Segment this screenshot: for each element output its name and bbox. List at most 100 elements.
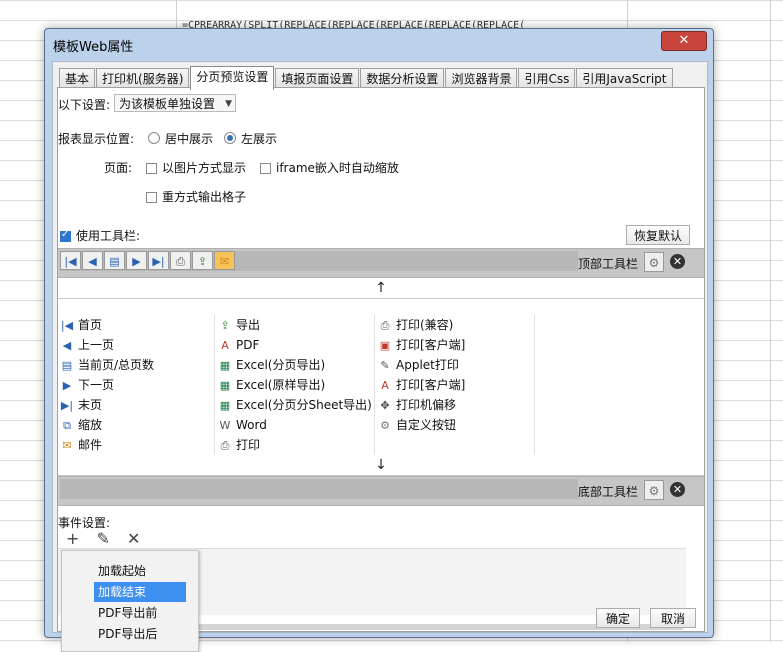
position-left-radio[interactable]: 左展示 [224,130,277,147]
list-item[interactable]: ⧉ 缩放 [60,415,102,435]
list-item[interactable]: ▦ Excel(分页导出) [218,355,325,375]
tab-printer-server[interactable]: 打印机(服务器) [96,68,190,89]
web-properties-dialog: 模板Web属性 ✕ 基本 打印机(服务器) 分页预览设置 填报页面设置 数据分析… [44,28,714,638]
excel-icon: ▦ [219,359,231,372]
list-item[interactable]: ▦ Excel(分页分Sheet导出) [218,395,372,415]
next-page-icon: ▶ [62,379,72,392]
gear-icon[interactable]: ⚙ [644,252,664,272]
dialog-titlebar: 模板Web属性 ✕ [45,29,713,57]
list-item[interactable]: ⚙ 自定义按钮 [378,415,456,435]
spreadsheet-column-line [770,0,771,642]
menu-item-pdf-after[interactable]: PDF导出后 [98,624,157,644]
excel-icon: ▦ [219,379,231,392]
radio-selected-icon [224,132,236,144]
restore-default-button[interactable]: 恢复默认 [626,225,690,245]
edit-event-button[interactable]: ✎ [97,529,110,548]
menu-item-load-end[interactable]: 加载结束 [94,582,186,602]
next-page-icon[interactable]: ▶ [126,251,147,270]
page-count-icon: ▤ [61,359,73,372]
tab-page-preview[interactable]: 分页预览设置 [190,66,275,90]
email-icon[interactable]: ✉ [214,251,235,270]
list-item[interactable]: W Word [218,415,267,435]
excel-icon: ▦ [219,399,231,412]
cancel-button[interactable]: 取消 [650,608,696,628]
position-label: 报表显示位置: [58,132,135,146]
top-toolbar-strip: |◀ ◀ ▤ ▶ ▶| ⎙ ⇪ ✉ 顶部工具栏 ⚙ ✕ [58,248,704,278]
list-item[interactable]: ✎ Applet打印 [378,355,458,375]
event-toolbar: + ✎ ✕ [66,529,152,548]
tab-data-analysis[interactable]: 数据分析设置 [360,68,445,89]
settings-select[interactable]: 为该模板单独设置 ▼ [114,94,236,112]
tab-fill-page[interactable]: 填报页面设置 [275,68,360,89]
last-page-icon[interactable]: ▶| [148,251,169,270]
close-icon[interactable]: ✕ [670,254,685,269]
zoom-icon: ⧉ [63,419,71,432]
top-toolbar-label: 顶部工具栏 [578,257,639,271]
list-item[interactable]: ▶ 下一页 [60,375,114,395]
use-toolbar-label: 使用工具栏: [76,229,141,243]
list-item[interactable]: ✥ 打印机偏移 [378,395,456,415]
gear-icon: ⚙ [380,419,390,432]
delete-event-button[interactable]: ✕ [127,529,140,548]
list-item[interactable]: ▶| 末页 [60,395,102,415]
move-up-arrow[interactable]: ↑ [58,278,704,299]
move-icon: ✥ [380,399,390,412]
page-count-icon[interactable]: ▤ [104,251,125,270]
list-item[interactable]: ✉ 邮件 [60,435,102,455]
prev-page-icon: ◀ [62,339,72,352]
close-button[interactable]: ✕ [661,31,707,51]
top-toolbar-icons: |◀ ◀ ▤ ▶ ▶| ⎙ ⇪ ✉ [60,251,578,271]
pdf-print-icon: A [381,379,389,392]
tab-browser-background[interactable]: 浏览器背景 [445,68,518,89]
settings-select-value: 为该模板单独设置 [119,97,216,111]
list-item[interactable]: ▦ Excel(原样导出) [218,375,325,395]
ok-button[interactable]: 确定 [596,608,640,628]
grid-column-line [214,315,215,455]
list-item[interactable]: |◀ 首页 [60,315,102,335]
page-grid-checkbox[interactable]: 重方式输出格子 [146,188,246,205]
toolbar-button-grid: |◀ 首页 ⇪ 导出 ⎙ 打印(兼容) ◀ 上一页 A PDF ▣ 打印[客户端] ▤ 当前页… [58,315,704,455]
print-icon[interactable]: ⎙ [170,251,191,270]
move-down-arrow[interactable]: ↓ [58,455,704,476]
use-toolbar-checkbox[interactable]: 使用工具栏: [60,227,140,244]
menu-item-load-start[interactable]: 加载起始 [98,561,146,581]
bottom-toolbar-label: 底部工具栏 [578,485,639,499]
tab-bar: 基本 打印机(服务器) 分页预览设置 填报页面设置 数据分析设置 浏览器背景 引… [59,66,674,90]
list-item[interactable]: ⇪ 导出 [218,315,260,335]
page-iframe-checkbox[interactable]: iframe嵌入时自动缩放 [260,159,399,176]
print-icon: ⎙ [220,439,230,452]
applet-print-icon: ✎ [380,359,390,372]
checkbox-checked-icon [60,229,71,242]
list-item[interactable]: ⎙ 打印(兼容) [378,315,454,335]
gear-icon[interactable]: ⚙ [644,480,664,500]
tab-css[interactable]: 引用Css [518,68,576,89]
prev-page-icon[interactable]: ◀ [82,251,103,270]
add-event-button[interactable]: + [66,529,79,548]
checkbox-icon [146,192,157,203]
export-icon[interactable]: ⇪ [192,251,213,270]
list-item[interactable]: ▣ 打印[客户端] [378,335,466,355]
tab-basic[interactable]: 基本 [59,68,96,89]
last-page-icon: ▶| [60,399,74,412]
menu-item-pdf-before[interactable]: PDF导出前 [98,603,157,623]
list-item[interactable]: ▤ 当前页/总页数 [60,355,154,375]
grid-column-line [374,315,375,455]
bottom-toolbar-icons [60,479,578,499]
bottom-toolbar-strip: 底部工具栏 ⚙ ✕ [58,476,704,506]
list-item[interactable]: ⎙ 打印 [218,435,260,455]
page-image-checkbox[interactable]: 以图片方式显示 [146,159,246,176]
print-icon: ⎙ [380,319,390,332]
position-left-label: 左展示 [241,132,278,146]
page-image-label: 以图片方式显示 [162,161,247,175]
list-item[interactable]: A 打印[客户端] [378,375,465,395]
list-item[interactable]: A PDF [218,335,259,355]
dialog-title: 模板Web属性 [53,40,134,55]
tab-javascript[interactable]: 引用JavaScript [576,68,673,89]
radio-icon [148,132,160,144]
close-icon[interactable]: ✕ [670,482,685,497]
list-item[interactable]: ◀ 上一页 [60,335,114,355]
first-page-icon[interactable]: |◀ [60,251,81,270]
first-page-icon: |◀ [60,319,74,332]
email-icon: ✉ [62,439,72,452]
position-center-radio[interactable]: 居中展示 [148,130,213,147]
